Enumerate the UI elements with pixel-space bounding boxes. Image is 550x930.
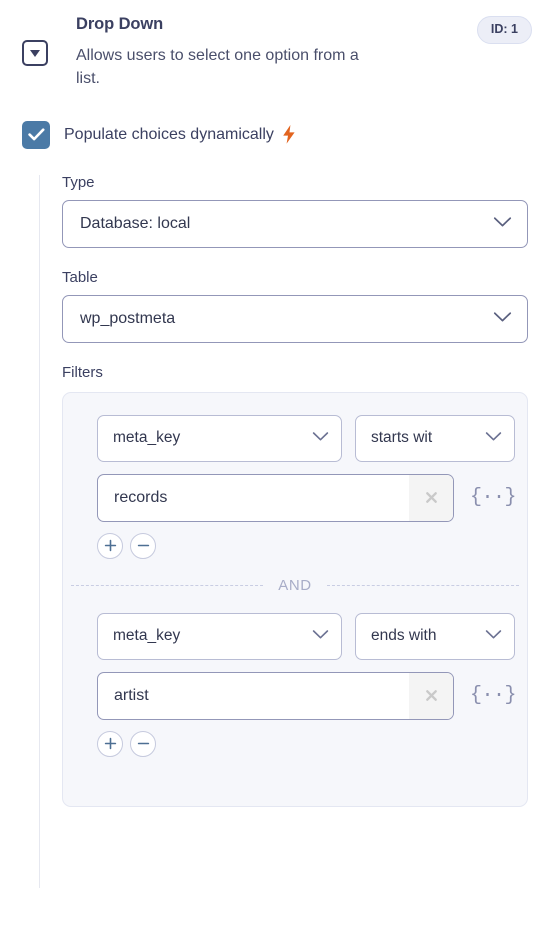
filters-label: Filters: [62, 365, 528, 380]
filter-column-select[interactable]: meta_key: [97, 415, 342, 462]
populate-choices-row[interactable]: Populate choices dynamically: [0, 91, 550, 149]
chevron-down-icon: [312, 429, 329, 447]
field-description: Allows users to select one option from a…: [76, 44, 376, 91]
chevron-down-icon: [312, 627, 329, 645]
add-filter-button[interactable]: [97, 731, 123, 757]
field-icon-container: [22, 14, 68, 66]
field-settings-panel: Drop Down Allows users to select one opt…: [0, 0, 550, 930]
filter-operator-value: starts wit: [371, 429, 432, 447]
populate-choices-label: Populate choices dynamically: [64, 127, 274, 143]
merge-tag-icon[interactable]: {··}: [468, 684, 518, 708]
lightning-bolt-icon: [282, 125, 296, 144]
chevron-down-icon: [485, 627, 502, 645]
divider-line-right: [327, 585, 519, 586]
filter-column-select[interactable]: meta_key: [97, 613, 342, 660]
remove-filter-button[interactable]: [130, 731, 156, 757]
filter-column-value: meta_key: [113, 627, 180, 645]
filter-row: meta_key ends with: [63, 613, 527, 757]
filter-operator-value: ends with: [371, 627, 436, 645]
clear-value-button[interactable]: [409, 673, 453, 719]
dropdown-triangle-icon: [30, 50, 40, 57]
type-label: Type: [62, 175, 528, 190]
table-select-value: wp_postmeta: [80, 310, 175, 328]
chevron-down-icon: [493, 215, 512, 233]
add-filter-button[interactable]: [97, 533, 123, 559]
populate-choices-checkbox[interactable]: [22, 121, 50, 149]
filter-row: meta_key starts wit: [63, 415, 527, 559]
type-select[interactable]: Database: local: [62, 200, 528, 248]
merge-tag-icon[interactable]: {··}: [468, 486, 518, 510]
clear-value-button[interactable]: [409, 475, 453, 521]
table-select[interactable]: wp_postmeta: [62, 295, 528, 343]
dropdown-icon: [22, 40, 48, 66]
chevron-down-icon: [493, 310, 512, 328]
table-label: Table: [62, 270, 528, 285]
filter-conjunction-label: AND: [263, 578, 326, 593]
filter-value-input[interactable]: records: [98, 489, 409, 507]
dynamic-population-settings: Type Database: local Table wp_postmeta: [39, 175, 550, 888]
field-text-block: Drop Down Allows users to select one opt…: [68, 14, 534, 91]
page-title: Drop Down: [76, 14, 524, 35]
divider-line-left: [71, 585, 263, 586]
filter-column-value: meta_key: [113, 429, 180, 447]
filter-conjunction-divider: AND: [63, 578, 527, 593]
type-select-value: Database: local: [80, 215, 190, 233]
chevron-down-icon: [485, 429, 502, 447]
status-badge: ID: 1: [477, 16, 532, 44]
filter-value-input-wrapper[interactable]: artist: [97, 672, 454, 720]
field-summary-header: Drop Down Allows users to select one opt…: [0, 0, 550, 91]
filter-value-input-wrapper[interactable]: records: [97, 474, 454, 522]
filter-operator-select[interactable]: ends with: [355, 613, 515, 660]
filters-panel: meta_key starts wit: [62, 392, 528, 807]
filter-value-input[interactable]: artist: [98, 687, 409, 705]
filter-operator-select[interactable]: starts wit: [355, 415, 515, 462]
remove-filter-button[interactable]: [130, 533, 156, 559]
